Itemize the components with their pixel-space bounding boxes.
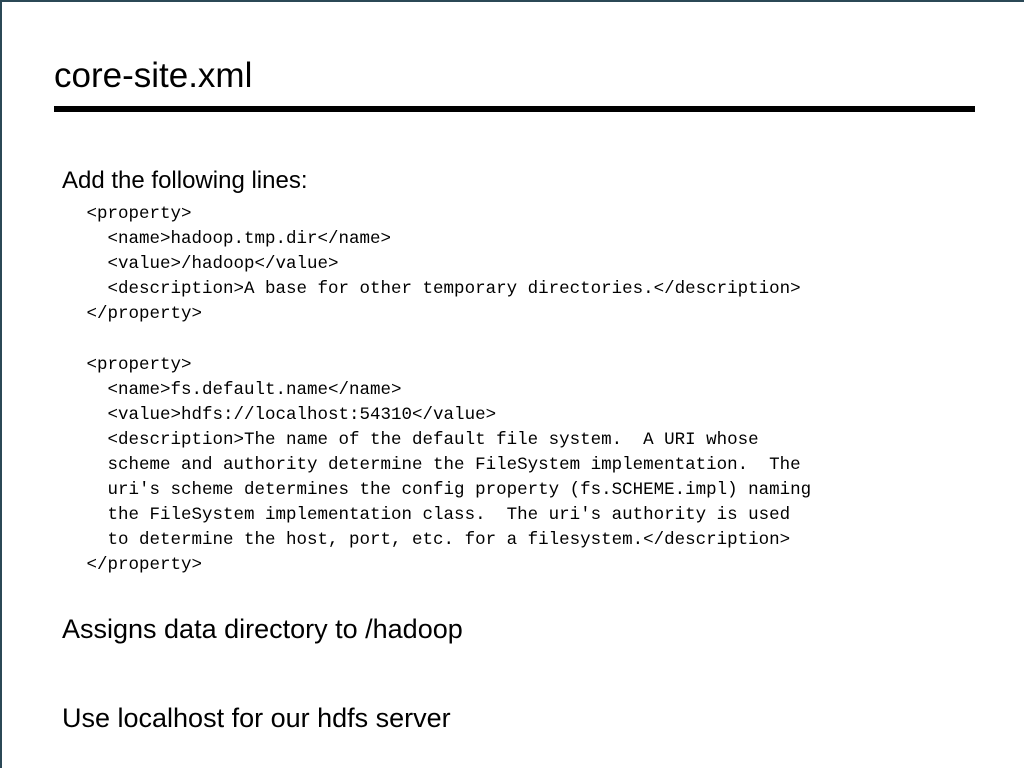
code-line: <value>/hadoop</value> [76, 254, 339, 275]
code-line: the FileSystem implementation class. The… [76, 505, 791, 526]
code-line: <property> [76, 204, 192, 224]
code-line: uri's scheme determines the config prope… [76, 480, 812, 501]
presentation-slide: core-site.xml Add the following lines: <… [0, 0, 1024, 768]
code-line: <value>hdfs://localhost:54310</value> [76, 404, 497, 425]
summary-statement-1-container: Assigns data directory to /hadoop [62, 612, 1012, 646]
title-block: core-site.xml [54, 54, 975, 112]
summary-statement-1: Assigns data directory to /hadoop [62, 614, 463, 644]
page-title: core-site.xml [54, 56, 253, 95]
code-line: scheme and authority determine the FileS… [76, 454, 801, 475]
code-line: <description>The name of the default fil… [76, 429, 759, 450]
title-underline-rule [54, 106, 975, 112]
summary-statement-2: Use localhost for our hdfs server [62, 703, 451, 733]
summary-statement-2-container: Use localhost for our hdfs server [62, 701, 1012, 735]
code-line: </property> [76, 304, 203, 325]
code-line: to determine the host, port, etc. for a … [76, 530, 791, 551]
xml-config-code-block: <property> <name>hadoop.tmp.dir</name> <… [62, 202, 1012, 578]
code-line: <property> [76, 354, 192, 375]
code-line: </property> [76, 555, 203, 576]
slide-body: Add the following lines: <property> <nam… [62, 165, 1012, 578]
instruction-text: Add the following lines: [62, 167, 308, 194]
code-line: <description>A base for other temporary … [76, 279, 801, 300]
code-line: <name>hadoop.tmp.dir</name> [76, 229, 392, 250]
code-line: <name>fs.default.name</name> [76, 379, 402, 400]
